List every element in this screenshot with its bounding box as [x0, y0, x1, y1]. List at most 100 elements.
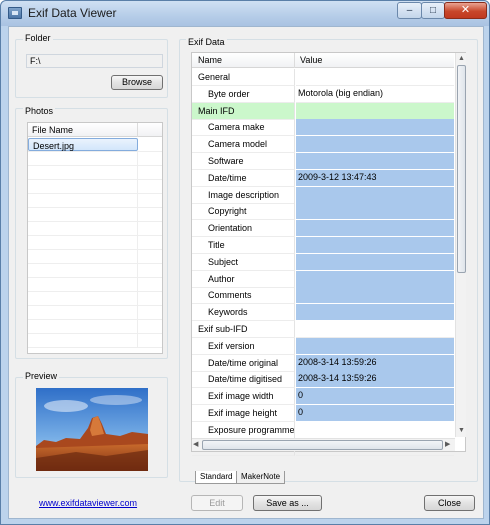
- list-item[interactable]: [28, 320, 162, 334]
- exif-field-row[interactable]: Exposure programme: [192, 421, 454, 439]
- name-column-header[interactable]: Name: [192, 53, 295, 68]
- list-item[interactable]: [28, 222, 162, 236]
- exif-field-row[interactable]: Copyright: [192, 203, 454, 221]
- list-item[interactable]: [28, 194, 162, 208]
- list-item[interactable]: [28, 292, 162, 306]
- edit-button[interactable]: Edit: [191, 495, 243, 511]
- exif-table[interactable]: Name Value General Byte order Motorola (bi…: [191, 52, 466, 456]
- exif-field-row[interactable]: Camera make: [192, 119, 454, 137]
- file-name: Desert.jpg: [33, 141, 75, 151]
- list-item[interactable]: [28, 236, 162, 250]
- exif-field-name: Exif version: [192, 337, 295, 355]
- exif-field-value[interactable]: [296, 237, 454, 254]
- save-as-button[interactable]: Save as ...: [253, 495, 322, 511]
- list-item[interactable]: [28, 278, 162, 292]
- browse-button[interactable]: Browse: [111, 75, 163, 90]
- exif-field-value[interactable]: [296, 304, 454, 322]
- exif-field-value[interactable]: 2008-3-14 13:59:26: [296, 354, 454, 372]
- exif-field-row[interactable]: Software: [192, 153, 454, 170]
- minimize-icon: –: [406, 5, 413, 16]
- vertical-scrollbar[interactable]: ▲ ▼: [455, 53, 466, 437]
- exif-field-value[interactable]: [296, 203, 454, 221]
- app-icon: [8, 7, 22, 19]
- exif-field-value[interactable]: [296, 153, 454, 170]
- scroll-down-icon[interactable]: ▼: [458, 426, 465, 436]
- vertical-scroll-thumb[interactable]: [457, 65, 466, 273]
- exif-field-value[interactable]: 2008-3-14 13:59:26: [296, 371, 454, 389]
- exif-field-row[interactable]: Date/time digitised 2008-3-14 13:59:26: [192, 371, 454, 389]
- exif-field-row[interactable]: Image description: [192, 186, 454, 204]
- exif-field-row[interactable]: Exif image height 0: [192, 405, 454, 422]
- close-window-button[interactable]: ✕: [444, 2, 487, 19]
- tab-standard[interactable]: Standard: [195, 471, 238, 484]
- exif-field-row[interactable]: Exif image width 0: [192, 388, 454, 406]
- list-item-cell: [28, 152, 138, 165]
- list-item[interactable]: [28, 250, 162, 264]
- exif-field-row[interactable]: Date/time 2009-3-12 13:47:43: [192, 169, 454, 187]
- website-link[interactable]: www.exifdataviewer.com: [39, 498, 137, 508]
- exif-field-row[interactable]: Keywords: [192, 304, 454, 322]
- exif-field-row[interactable]: Subject: [192, 253, 454, 271]
- scroll-up-icon[interactable]: ▲: [458, 54, 465, 64]
- close-icon: ✕: [460, 4, 471, 16]
- exif-field-name: Exif sub-IFD: [192, 321, 295, 338]
- list-item-cell: [28, 334, 138, 347]
- horizontal-scroll-thumb[interactable]: [202, 440, 443, 450]
- photos-list-header: File Name: [28, 123, 162, 137]
- exif-group-row[interactable]: Exif sub-IFD: [192, 321, 454, 338]
- exif-field-value[interactable]: [296, 287, 454, 305]
- exif-field-value[interactable]: 0: [296, 405, 454, 422]
- client-area: Folder F:\ Browse Photos File Name Deser…: [8, 26, 484, 519]
- list-item[interactable]: [28, 180, 162, 194]
- exif-field-value[interactable]: [296, 119, 454, 137]
- minimize-button[interactable]: –: [397, 2, 422, 19]
- exif-field-value[interactable]: [296, 270, 454, 288]
- horizontal-scrollbar[interactable]: ◀ ▶: [192, 438, 455, 451]
- exif-field-name: Camera model: [192, 136, 295, 154]
- list-item-cell: [28, 194, 138, 207]
- maximize-button[interactable]: □: [421, 2, 445, 19]
- exif-field-row[interactable]: Exif version: [192, 337, 454, 355]
- photos-list[interactable]: File Name Desert.jpg: [27, 122, 163, 354]
- list-item-cell: [28, 264, 138, 277]
- scroll-right-icon[interactable]: ▶: [445, 440, 450, 450]
- list-item[interactable]: [28, 306, 162, 320]
- exif-field-value[interactable]: 2009-3-12 13:47:43: [296, 169, 454, 187]
- exif-field-row[interactable]: Byte order Motorola (big endian): [192, 85, 454, 103]
- exif-group-row[interactable]: General: [192, 69, 454, 86]
- exif-field-value[interactable]: [296, 253, 454, 271]
- exif-field-name: Orientation: [192, 220, 295, 238]
- exif-field-value[interactable]: [296, 220, 454, 238]
- list-item-cell: [28, 222, 138, 235]
- exif-field-value: [296, 102, 454, 120]
- list-item[interactable]: [28, 264, 162, 278]
- list-item[interactable]: [28, 334, 162, 348]
- exif-field-name: Date/time digitised: [192, 371, 295, 389]
- exif-group-row[interactable]: Main IFD: [192, 102, 454, 120]
- exif-field-name: Subject: [192, 253, 295, 271]
- exif-field-row[interactable]: Date/time original 2008-3-14 13:59:26: [192, 354, 454, 372]
- list-item-cell: [28, 278, 138, 291]
- exif-field-row[interactable]: Title: [192, 237, 454, 254]
- preview-image: [36, 388, 148, 471]
- file-name-column-header[interactable]: File Name: [28, 123, 138, 137]
- exif-field-value[interactable]: [296, 186, 454, 204]
- exif-field-row[interactable]: Camera model: [192, 136, 454, 154]
- exif-field-row[interactable]: Comments: [192, 287, 454, 305]
- exif-field-row[interactable]: Author: [192, 270, 454, 288]
- folder-path-field: F:\: [26, 54, 163, 68]
- close-button[interactable]: Close: [424, 495, 475, 511]
- list-item[interactable]: Desert.jpg: [28, 138, 162, 152]
- exif-field-value[interactable]: [296, 337, 454, 355]
- list-item[interactable]: [28, 166, 162, 180]
- scroll-left-icon[interactable]: ◀: [193, 440, 198, 450]
- exif-field-name: Camera make: [192, 119, 295, 137]
- exif-field-value[interactable]: 0: [296, 388, 454, 406]
- value-column-header[interactable]: Value: [296, 53, 454, 68]
- list-item[interactable]: [28, 208, 162, 222]
- exif-field-value[interactable]: [296, 136, 454, 154]
- exif-field-row[interactable]: Orientation: [192, 220, 454, 238]
- title-bar[interactable]: Exif Data Viewer – □ ✕: [1, 1, 489, 26]
- tab-makernote[interactable]: MakerNote: [236, 471, 286, 484]
- list-item[interactable]: [28, 152, 162, 166]
